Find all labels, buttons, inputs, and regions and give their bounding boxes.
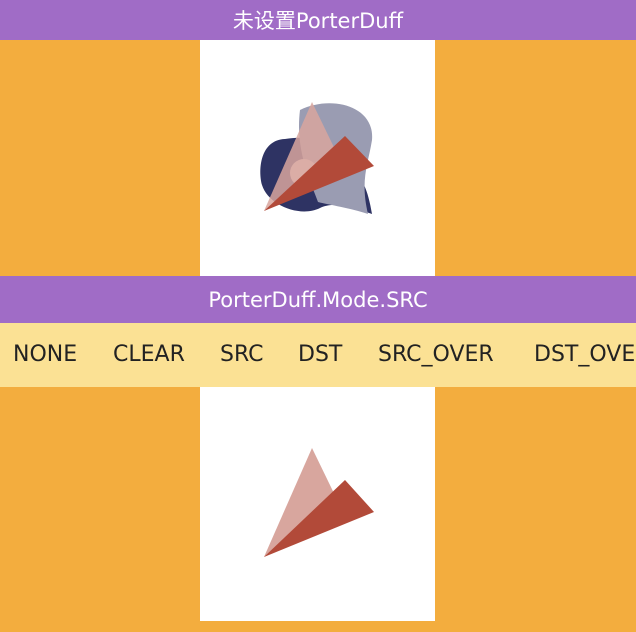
section-title: PorterDuff.Mode.SRC [208,287,428,312]
preview-src [200,387,435,621]
tab-src-over[interactable]: SRC_OVER [378,323,494,387]
preview-unset [200,40,435,276]
title-bar: 未设置PorterDuff [0,0,636,40]
tab-dst-over[interactable]: DST_OVER [534,323,636,387]
tab-none[interactable]: NONE [13,323,77,387]
src-illustration [264,448,374,557]
tab-clear[interactable]: CLEAR [113,323,185,387]
tab-src[interactable]: SRC [220,323,264,387]
mode-tabs[interactable]: NONE CLEAR SRC DST SRC_OVER DST_OVER [0,323,636,387]
page-title: 未设置PorterDuff [232,9,404,33]
section-bar: PorterDuff.Mode.SRC [0,276,636,323]
composite-illustration [260,102,374,214]
tab-dst[interactable]: DST [298,323,342,387]
